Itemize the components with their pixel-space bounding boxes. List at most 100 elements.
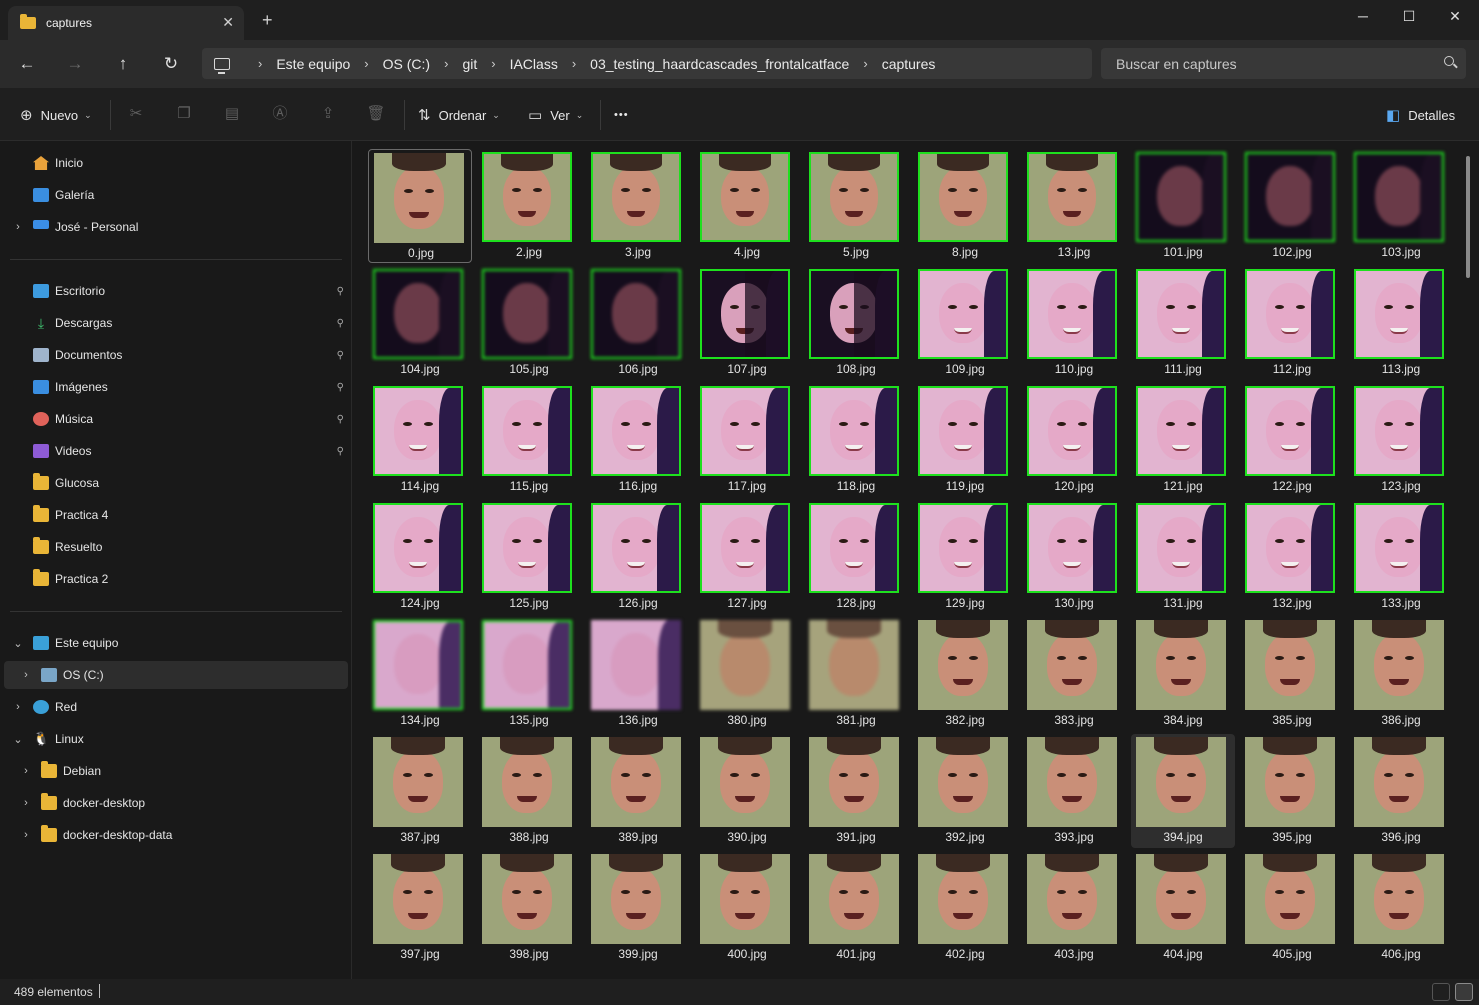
chevron-right-icon[interactable]: › xyxy=(20,669,32,681)
file-item[interactable]: 131.jpg xyxy=(1131,500,1235,614)
file-item[interactable]: 4.jpg xyxy=(695,149,799,263)
file-item[interactable]: 102.jpg xyxy=(1240,149,1344,263)
sidebar-item-videos[interactable]: Videos ⚲ xyxy=(4,437,348,465)
sidebar-item-im-genes[interactable]: Imágenes ⚲ xyxy=(4,373,348,401)
sort-button[interactable]: ⇅ Ordenar ⌄ xyxy=(418,105,500,125)
file-item[interactable]: 129.jpg xyxy=(913,500,1017,614)
file-item[interactable]: 387.jpg xyxy=(368,734,472,848)
sidebar-item-glucosa[interactable]: Glucosa xyxy=(4,469,348,497)
file-item[interactable]: 113.jpg xyxy=(1349,266,1453,380)
file-item[interactable]: 394.jpg xyxy=(1131,734,1235,848)
sidebar-item-resuelto[interactable]: Resuelto xyxy=(4,533,348,561)
file-item[interactable]: 114.jpg xyxy=(368,383,472,497)
file-item[interactable]: 133.jpg xyxy=(1349,500,1453,614)
file-item[interactable]: 403.jpg xyxy=(1022,851,1126,965)
sidebar-item-docker-desktop-data[interactable]: › docker-desktop-data xyxy=(4,821,348,849)
file-item[interactable]: 401.jpg xyxy=(804,851,908,965)
share-icon[interactable]: ⇪ xyxy=(318,104,338,124)
close-window-button[interactable]: ✕ xyxy=(1432,4,1478,28)
tab-captures[interactable]: captures ✕ xyxy=(8,6,244,40)
up-button[interactable]: ↑ xyxy=(111,52,135,76)
file-item[interactable]: 118.jpg xyxy=(804,383,908,497)
file-item[interactable]: 115.jpg xyxy=(477,383,581,497)
file-item[interactable]: 391.jpg xyxy=(804,734,908,848)
chevron-right-icon[interactable]: › xyxy=(20,829,32,841)
sidebar-item-os-c-[interactable]: › OS (C:) xyxy=(4,661,348,689)
breadcrumb-item[interactable]: IAClass xyxy=(510,56,558,72)
sidebar-item-practica-2[interactable]: Practica 2 xyxy=(4,565,348,593)
file-item[interactable]: 101.jpg xyxy=(1131,149,1235,263)
file-item[interactable]: 120.jpg xyxy=(1022,383,1126,497)
rename-icon[interactable]: Ⓐ xyxy=(270,104,290,124)
details-button[interactable]: ◧ Detalles xyxy=(1386,105,1455,125)
file-item[interactable]: 128.jpg xyxy=(804,500,908,614)
refresh-button[interactable]: ↻ xyxy=(159,52,183,76)
file-item[interactable]: 112.jpg xyxy=(1240,266,1344,380)
file-item[interactable]: 380.jpg xyxy=(695,617,799,731)
file-item[interactable]: 130.jpg xyxy=(1022,500,1126,614)
file-item[interactable]: 119.jpg xyxy=(913,383,1017,497)
breadcrumb-separator-icon[interactable]: › xyxy=(491,56,495,71)
file-item[interactable]: 13.jpg xyxy=(1022,149,1126,263)
new-button[interactable]: ⊕ Nuevo ⌄ xyxy=(20,105,92,125)
file-item[interactable]: 386.jpg xyxy=(1349,617,1453,731)
file-item[interactable]: 398.jpg xyxy=(477,851,581,965)
file-item[interactable]: 107.jpg xyxy=(695,266,799,380)
large-icons-view-icon[interactable] xyxy=(1455,983,1473,1001)
sidebar-item-escritorio[interactable]: Escritorio ⚲ xyxy=(4,277,348,305)
file-item[interactable]: 5.jpg xyxy=(804,149,908,263)
view-button[interactable]: ▭ Ver ⌄ xyxy=(528,105,583,125)
breadcrumb-item[interactable]: Este equipo xyxy=(276,56,350,72)
file-item[interactable]: 117.jpg xyxy=(695,383,799,497)
file-item[interactable]: 105.jpg xyxy=(477,266,581,380)
file-item[interactable]: 397.jpg xyxy=(368,851,472,965)
file-item[interactable]: 109.jpg xyxy=(913,266,1017,380)
minimize-button[interactable]: ─ xyxy=(1340,4,1386,28)
sidebar-item-docker-desktop[interactable]: › docker-desktop xyxy=(4,789,348,817)
sidebar-item-galer-a[interactable]: Galería xyxy=(4,181,348,209)
sidebar-item-red[interactable]: › Red xyxy=(4,693,348,721)
breadcrumb-separator-icon[interactable]: › xyxy=(863,56,867,71)
chevron-right-icon[interactable]: › xyxy=(12,701,24,713)
breadcrumb-separator-icon[interactable]: › xyxy=(444,56,448,71)
details-view-icon[interactable] xyxy=(1432,983,1450,1001)
sidebar-item-inicio[interactable]: Inicio xyxy=(4,149,348,177)
file-item[interactable]: 404.jpg xyxy=(1131,851,1235,965)
sidebar-item-debian[interactable]: › Debian xyxy=(4,757,348,785)
search-input[interactable]: Buscar en captures xyxy=(1101,48,1466,79)
file-item[interactable]: 405.jpg xyxy=(1240,851,1344,965)
file-item[interactable]: 123.jpg xyxy=(1349,383,1453,497)
file-item[interactable]: 2.jpg xyxy=(477,149,581,263)
breadcrumb-separator-icon[interactable]: › xyxy=(258,56,262,71)
chevron-right-icon[interactable]: › xyxy=(12,221,24,233)
file-item[interactable]: 389.jpg xyxy=(586,734,690,848)
file-item[interactable]: 135.jpg xyxy=(477,617,581,731)
file-item[interactable]: 136.jpg xyxy=(586,617,690,731)
file-item[interactable]: 406.jpg xyxy=(1349,851,1453,965)
file-item[interactable]: 127.jpg xyxy=(695,500,799,614)
file-item[interactable]: 382.jpg xyxy=(913,617,1017,731)
breadcrumb-separator-icon[interactable]: › xyxy=(364,56,368,71)
breadcrumb-item[interactable]: 03_testing_haardcascades_frontalcatface xyxy=(590,56,849,72)
file-item[interactable]: 103.jpg xyxy=(1349,149,1453,263)
sidebar-item-m-sica[interactable]: Música ⚲ xyxy=(4,405,348,433)
file-item[interactable]: 388.jpg xyxy=(477,734,581,848)
vertical-scrollbar[interactable] xyxy=(1466,156,1470,278)
file-item[interactable]: 132.jpg xyxy=(1240,500,1344,614)
sidebar-item-descargas[interactable]: ⤓ Descargas ⚲ xyxy=(4,309,348,337)
file-item[interactable]: 381.jpg xyxy=(804,617,908,731)
sidebar-item-este-equipo[interactable]: ⌄ Este equipo xyxy=(4,629,348,657)
breadcrumb-separator-icon[interactable]: › xyxy=(572,56,576,71)
copy-icon[interactable]: ❐ xyxy=(174,104,194,124)
file-item[interactable]: 110.jpg xyxy=(1022,266,1126,380)
file-item[interactable]: 104.jpg xyxy=(368,266,472,380)
file-item[interactable]: 126.jpg xyxy=(586,500,690,614)
breadcrumb-item[interactable]: captures xyxy=(882,56,936,72)
file-item[interactable]: 393.jpg xyxy=(1022,734,1126,848)
chevron-down-icon[interactable]: ⌄ xyxy=(12,637,24,650)
file-item[interactable]: 399.jpg xyxy=(586,851,690,965)
file-item[interactable]: 396.jpg xyxy=(1349,734,1453,848)
file-item[interactable]: 385.jpg xyxy=(1240,617,1344,731)
sidebar-item-practica-4[interactable]: Practica 4 xyxy=(4,501,348,529)
file-item[interactable]: 392.jpg xyxy=(913,734,1017,848)
